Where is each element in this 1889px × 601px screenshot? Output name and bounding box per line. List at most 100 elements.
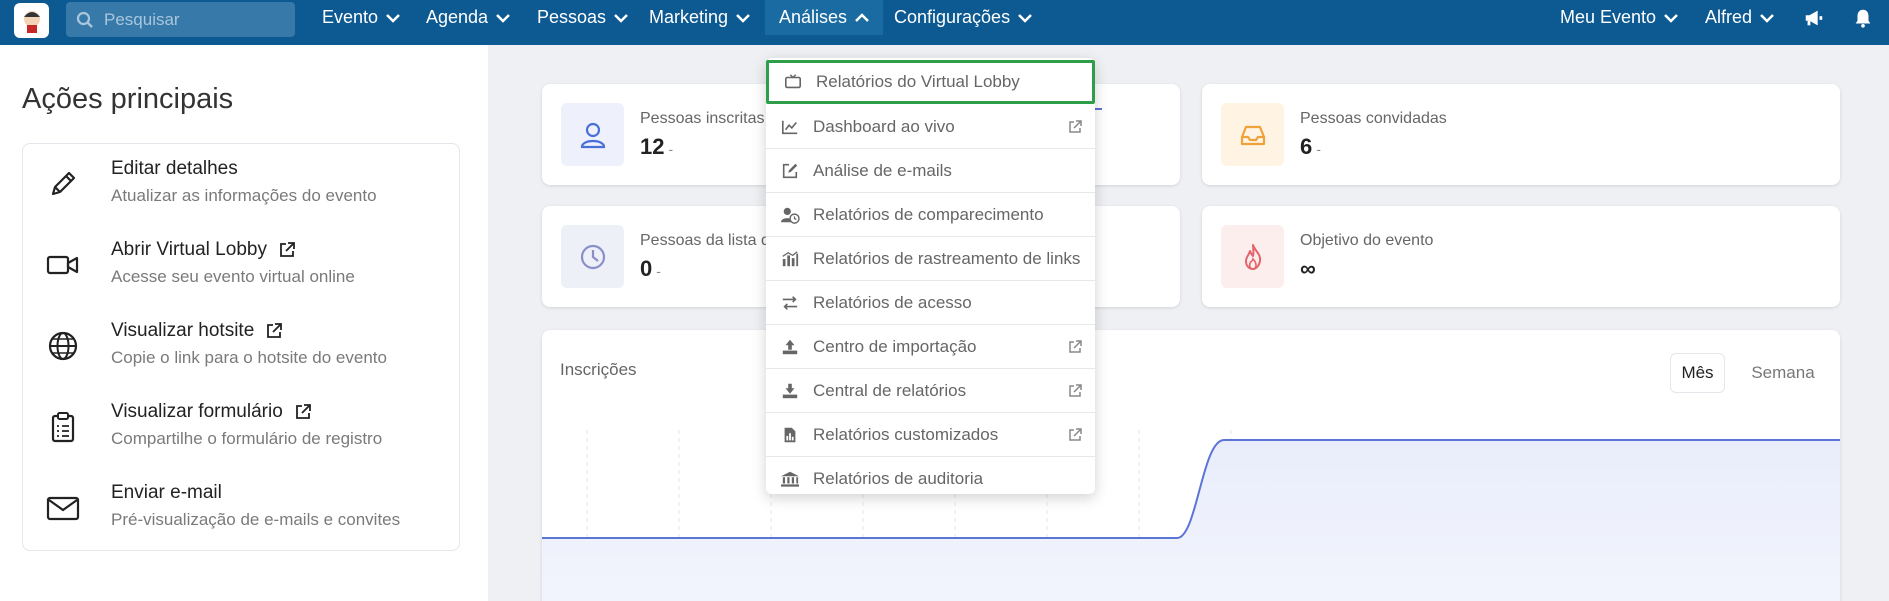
download-icon <box>780 381 800 401</box>
chevron-down-icon <box>496 13 510 23</box>
nav-marketing[interactable]: Marketing <box>645 0 754 35</box>
action-edit-details[interactable]: Editar detalhes Atualizar as informações… <box>23 144 461 224</box>
nav-agenda[interactable]: Agenda <box>422 0 514 35</box>
nav-label: Alfred <box>1705 7 1753 27</box>
video-camera-icon <box>46 255 79 275</box>
chevron-down-icon <box>1018 13 1032 23</box>
nav-user-menu[interactable]: Alfred <box>1701 0 1778 35</box>
nav-label: Pessoas <box>537 7 607 27</box>
menu-item-virtual-lobby-reports[interactable]: Relatórios do Virtual Lobby <box>766 60 1095 104</box>
globe-icon <box>48 331 78 361</box>
flame-icon <box>1221 225 1284 288</box>
action-description: Copie o link para o hotsite do evento <box>111 348 387 367</box>
menu-item-label: Centro de importação <box>813 336 977 356</box>
menu-item-label: Relatórios do Virtual Lobby <box>816 72 1020 91</box>
menu-item-access-reports[interactable]: Relatórios de acesso <box>766 281 1095 325</box>
nav-evento[interactable]: Evento <box>318 0 404 35</box>
line-chart-icon <box>780 117 800 137</box>
clock-icon <box>561 225 624 288</box>
chevron-down-icon <box>386 13 400 23</box>
stat-value: 0 <box>640 256 653 281</box>
external-link-icon <box>1069 119 1082 133</box>
upload-icon <box>780 337 800 357</box>
action-title: Editar detalhes <box>111 158 238 179</box>
nav-meu-evento[interactable]: Meu Evento <box>1556 0 1682 35</box>
external-link-icon <box>1069 383 1082 397</box>
user-clock-icon <box>780 205 800 225</box>
nav-label: Agenda <box>426 7 489 27</box>
search-box[interactable] <box>66 2 295 37</box>
stat-value: 6 <box>1300 134 1313 159</box>
edit-icon <box>780 161 800 181</box>
action-view-hotsite[interactable]: Visualizar hotsite Copie o link para o h… <box>23 306 461 386</box>
bank-icon <box>780 469 800 489</box>
nav-configuracoes[interactable]: Configurações <box>890 0 1036 35</box>
search-input[interactable] <box>104 9 284 30</box>
app-logo[interactable] <box>14 3 49 38</box>
action-description: Acesse seu evento virtual online <box>111 267 355 286</box>
menu-item-audit-reports[interactable]: Relatórios de auditoria <box>766 457 1095 501</box>
nav-label: Configurações <box>894 7 1011 27</box>
menu-item-label: Relatórios de acesso <box>813 292 972 312</box>
megaphone-icon[interactable] <box>1801 5 1827 31</box>
menu-item-label: Relatórios customizados <box>813 424 999 444</box>
nav-analises[interactable]: Análises <box>765 0 884 35</box>
clipboard-icon <box>51 412 75 443</box>
menu-item-report-center[interactable]: Central de relatórios <box>766 369 1095 413</box>
menu-item-import-center[interactable]: Centro de importação <box>766 325 1095 369</box>
menu-item-label: Relatórios de comparecimento <box>813 204 1044 224</box>
nav-label: Meu Evento <box>1560 7 1657 27</box>
stat-delta: - <box>668 141 674 157</box>
tv-icon <box>783 72 803 92</box>
chart-title: Inscrições <box>560 360 637 379</box>
action-title: Abrir Virtual Lobby <box>111 239 267 260</box>
chevron-down-icon <box>1760 13 1774 23</box>
menu-item-label: Dashboard ao vivo <box>813 116 955 136</box>
menu-item-custom-reports[interactable]: Relatórios customizados <box>766 413 1095 457</box>
action-title: Enviar e-mail <box>111 482 222 503</box>
actions-list: Editar detalhes Atualizar as informações… <box>22 143 460 551</box>
segment-month[interactable]: Mês <box>1670 353 1725 393</box>
nav-label: Análises <box>779 7 848 27</box>
chevron-down-icon <box>614 13 628 23</box>
chevron-down-icon <box>1664 13 1678 23</box>
bell-icon[interactable] <box>1850 5 1876 31</box>
menu-item-attendance-reports[interactable]: Relatórios de comparecimento <box>766 193 1095 237</box>
nav-pessoas[interactable]: Pessoas <box>533 0 632 35</box>
action-send-email[interactable]: Enviar e-mail Pré-visualização de e-mail… <box>23 468 461 548</box>
stat-value: ∞ <box>1300 256 1316 281</box>
menu-item-label: Análise de e-mails <box>813 160 952 180</box>
bar-chart-icon <box>780 249 800 269</box>
menu-item-link-tracking-reports[interactable]: Relatórios de rastreamento de links <box>766 237 1095 281</box>
stat-value: 12 <box>640 134 665 159</box>
nav-label: Evento <box>322 7 379 27</box>
stat-label: Pessoas da lista d <box>640 232 770 249</box>
action-description: Compartilhe o formulário de registro <box>111 429 383 448</box>
logo-icon <box>23 10 40 33</box>
menu-item-live-dashboard[interactable]: Dashboard ao vivo <box>766 105 1095 149</box>
menu-item-label: Relatórios de rastreamento de links <box>813 248 1081 268</box>
segment-week[interactable]: Semana <box>1740 353 1826 393</box>
panel-title: Ações principais <box>22 83 234 115</box>
search-icon <box>76 11 93 28</box>
stat-delta: - <box>656 263 661 279</box>
external-link-icon <box>295 404 311 419</box>
stat-label: Pessoas convidadas <box>1300 110 1447 127</box>
left-panel: Ações principais Editar detalhes Atualiz… <box>0 45 488 601</box>
action-open-virtual-lobby[interactable]: Abrir Virtual Lobby Acesse seu evento vi… <box>23 225 461 305</box>
action-view-form[interactable]: Visualizar formulário Compartilhe o form… <box>23 387 461 467</box>
action-description: Atualizar as informações do evento <box>111 186 377 205</box>
chevron-up-icon <box>855 12 869 22</box>
inbox-icon <box>1221 103 1284 166</box>
file-chart-icon <box>780 425 800 445</box>
stat-card-invited[interactable]: Pessoas convidadas 6- <box>1202 84 1840 185</box>
chevron-down-icon <box>736 13 750 23</box>
registrations-chart-card: Inscrições Mês Semana <box>542 330 1840 601</box>
stat-delta: - <box>1316 141 1321 157</box>
stat-card-goal[interactable]: Objetivo do evento ∞ <box>1202 206 1840 307</box>
external-link-icon <box>267 323 283 338</box>
exchange-icon <box>780 293 800 313</box>
menu-item-label: Relatórios de auditoria <box>813 469 984 488</box>
menu-item-label: Central de relatórios <box>813 380 967 400</box>
menu-item-email-analysis[interactable]: Análise de e-mails <box>766 149 1095 193</box>
